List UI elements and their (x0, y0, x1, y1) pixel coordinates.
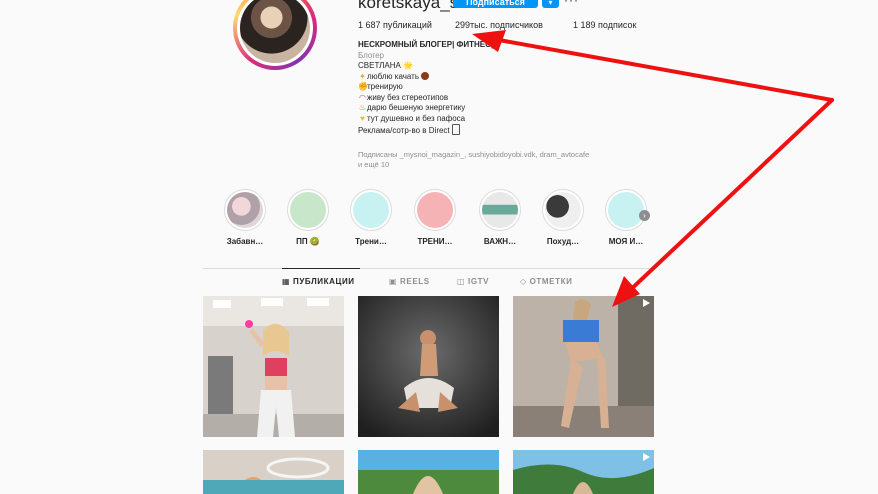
video-play-icon (643, 453, 650, 461)
more-horizontal-icon[interactable]: ··· (564, 0, 579, 7)
posts-count: 1 687 публикаций (358, 20, 432, 30)
tab-publications[interactable]: ▦ ПУБЛИКАЦИИ (282, 277, 355, 286)
highlight-item[interactable]: Похуд… (533, 189, 593, 246)
highlight-label: ТРЕНИ… (417, 237, 453, 246)
bio-category: Блогер (358, 50, 385, 60)
post-image (203, 450, 344, 494)
igtv-icon: ◫ (457, 277, 466, 286)
post-image (513, 296, 654, 437)
highlight-item[interactable]: ПП 🥝 (278, 189, 338, 246)
highlight-label: ПП 🥝 (296, 237, 320, 246)
followed-by[interactable]: Подписаны _mysnoi_magazin_, sushiyobidoy… (358, 150, 589, 170)
bio-line: Реклама/сотр-во в Direct (358, 124, 658, 137)
highlight-label: ВАЖН… (483, 237, 517, 246)
highlight-item[interactable]: Трени… (341, 189, 401, 246)
highlight-cover (224, 189, 266, 231)
tag-icon: ◇ (520, 277, 527, 286)
rainbow-icon: ◠ (359, 92, 366, 102)
chevron-right-icon[interactable]: › (639, 210, 650, 221)
bio-line: ✊тренирую (358, 82, 403, 91)
tab-tagged[interactable]: ◇ ОТМЕТКИ (520, 277, 572, 286)
profile-avatar[interactable] (233, 0, 317, 70)
post-thumbnail[interactable] (513, 450, 654, 494)
highlight-item[interactable]: ВАЖН… (470, 189, 530, 246)
highlight-cover (542, 189, 584, 231)
highlight-cover (350, 189, 392, 231)
tab-igtv[interactable]: ◫ IGTV (457, 277, 489, 286)
basketball-icon (421, 71, 430, 80)
highlight-label: МОЯ И… (608, 237, 644, 246)
tab-reels[interactable]: ▣ REELS (389, 277, 430, 286)
bio-line: ✦люблю качать (358, 71, 658, 83)
post-thumbnail[interactable] (203, 296, 344, 437)
bio-line: ♨дарю бешеную энергетику (358, 103, 466, 112)
post-thumbnail[interactable] (358, 296, 499, 437)
followers-count[interactable]: 299тыс. подписчиков (455, 20, 543, 30)
post-thumbnail[interactable] (203, 450, 344, 494)
muscle-icon: ✊ (358, 82, 368, 91)
post-thumbnail[interactable] (513, 296, 654, 437)
flex-icon: ✦ (359, 71, 366, 81)
active-tab-indicator (282, 268, 360, 269)
grid-icon: ▦ (282, 277, 291, 286)
following-count[interactable]: 1 189 подписок (573, 20, 636, 30)
bio-line: ♥ тут душевно и без пафоса (358, 114, 658, 125)
reels-icon: ▣ (389, 277, 398, 286)
video-play-icon (643, 299, 650, 307)
fire-icon: ♨ (358, 103, 367, 112)
post-image (358, 296, 499, 437)
yellow-heart-icon: ♥ (360, 113, 365, 123)
profile-username: koretskaya_sv (358, 0, 467, 12)
post-image (358, 450, 499, 494)
post-thumbnail[interactable] (358, 450, 499, 494)
post-image (513, 450, 654, 494)
highlight-label: Трени… (355, 237, 387, 246)
highlight-cover (287, 189, 329, 231)
phone-icon (451, 124, 460, 135)
bio-name: СВЕТЛАНА 🌟 (358, 61, 414, 70)
profile-bio: НЕСКРОМНЫЙ БЛОГЕР| ФИТНЕС| " Блогер СВЕТ… (358, 40, 658, 137)
highlight-label: Похуд… (546, 237, 580, 246)
highlight-label: Забавн… (226, 237, 264, 246)
follow-button[interactable]: Подписаться (453, 0, 538, 8)
tabs-divider (203, 268, 655, 269)
avatar-photo (240, 0, 310, 63)
highlight-cover (479, 189, 521, 231)
chevron-down-icon[interactable]: ▾ (542, 0, 559, 8)
highlight-item[interactable]: Забавн… (215, 189, 275, 246)
post-image (203, 296, 344, 437)
highlight-item[interactable]: ТРЕНИ… (405, 189, 465, 246)
highlight-cover (414, 189, 456, 231)
bio-line: ◠живу без стереотипов (359, 92, 449, 102)
bio-title: НЕСКРОМНЫЙ БЛОГЕР| ФИТНЕС| " (358, 40, 500, 49)
